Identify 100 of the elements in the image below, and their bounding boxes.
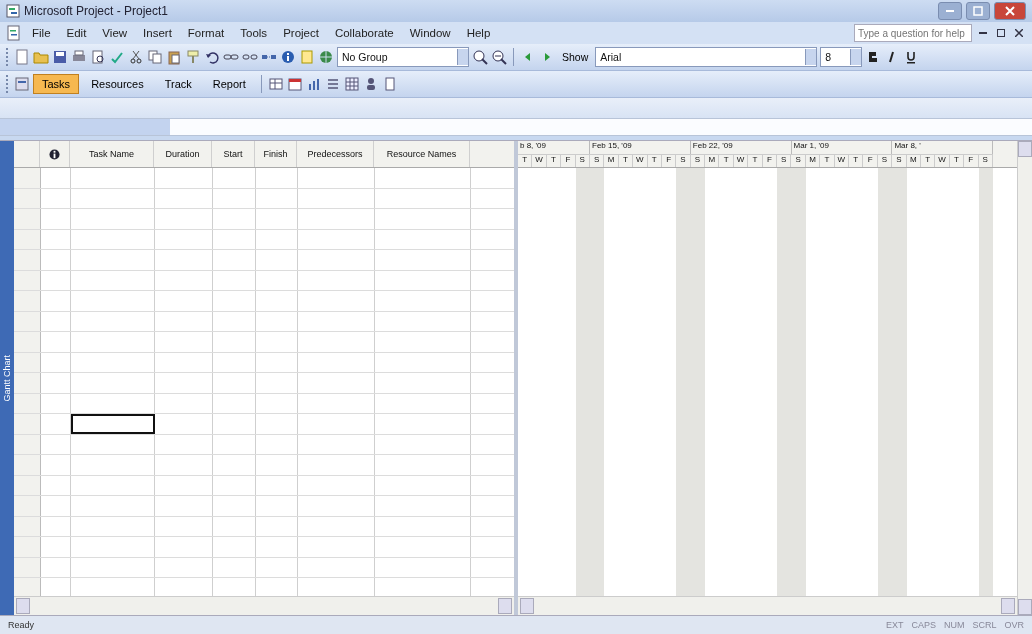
cut-icon[interactable]	[128, 49, 144, 65]
week-header: b 8, '09	[518, 141, 590, 154]
font-dropdown[interactable]: Arial	[595, 47, 818, 67]
menu-item[interactable]: Format	[181, 25, 231, 41]
column-header[interactable]: Predecessors	[297, 141, 374, 167]
print-preview-icon[interactable]	[90, 49, 106, 65]
week-header: Mar 8, '	[892, 141, 994, 154]
column-header[interactable]: Duration	[154, 141, 212, 167]
undo-icon[interactable]	[204, 49, 220, 65]
information-icon[interactable]	[280, 49, 296, 65]
day-header: W	[532, 154, 547, 167]
close-button[interactable]	[994, 2, 1026, 20]
status-text: Ready	[8, 620, 34, 630]
day-header: F	[561, 154, 576, 167]
window-title: Microsoft Project - Project1	[24, 4, 169, 18]
menu-item[interactable]: Edit	[60, 25, 93, 41]
row-header[interactable]	[14, 332, 41, 352]
globe-icon[interactable]	[318, 49, 334, 65]
minimize-icon	[979, 32, 987, 34]
day-header: S	[777, 154, 792, 167]
day-header: M	[604, 154, 619, 167]
document-icon[interactable]	[6, 25, 22, 41]
row-header[interactable]	[14, 250, 41, 270]
row-header[interactable]	[14, 537, 41, 557]
day-header: F	[661, 154, 677, 167]
day-header: M	[805, 154, 821, 167]
view-bar[interactable]: Gantt Chart	[0, 141, 14, 615]
zoom-out-icon[interactable]	[491, 49, 507, 65]
show-button[interactable]: Show	[558, 50, 593, 64]
menu-item[interactable]: Tools	[234, 25, 274, 41]
horizontal-scrollbar[interactable]	[14, 596, 514, 615]
column-header[interactable]: Task Name	[70, 141, 154, 167]
menu-item[interactable]: Help	[460, 25, 497, 41]
document-restore-button[interactable]	[994, 26, 1008, 40]
day-header: T	[518, 154, 533, 167]
menu-item[interactable]: Project	[277, 25, 325, 41]
maximize-icon	[973, 6, 983, 16]
vertical-scrollbar[interactable]	[1017, 141, 1032, 615]
guide-tab[interactable]: Report	[203, 74, 255, 94]
group-dropdown[interactable]: No Group	[337, 47, 469, 67]
menu-item[interactable]: Window	[403, 25, 457, 41]
grid-icon[interactable]	[343, 76, 360, 92]
font-size-dropdown[interactable]: 8	[820, 47, 863, 67]
view-label: Gantt Chart	[2, 354, 12, 402]
guide-tab[interactable]: Track	[155, 74, 201, 94]
day-header: T	[618, 154, 634, 167]
new-document-icon[interactable]	[14, 49, 30, 65]
guide-tab[interactable]: Tasks	[33, 74, 80, 94]
project-guide-icon[interactable]	[14, 76, 30, 92]
help-search-field[interactable]: Type a question for help	[854, 24, 972, 42]
day-header: M	[705, 154, 720, 167]
menu-item[interactable]: File	[26, 25, 57, 41]
day-header: T	[920, 154, 936, 167]
week-header: Mar 1, '09	[791, 141, 893, 154]
maximize-button[interactable]	[966, 2, 990, 20]
guide-tab[interactable]: Resources	[82, 74, 153, 94]
row-header[interactable]	[14, 455, 41, 475]
close-icon	[1005, 6, 1015, 16]
column-header[interactable]: Start	[212, 141, 255, 167]
calendar-icon[interactable]	[286, 76, 303, 92]
row-header[interactable]	[14, 209, 41, 229]
row-header[interactable]	[14, 291, 41, 311]
document-close-button[interactable]	[1012, 26, 1026, 40]
status-indicator: EXT	[885, 620, 904, 630]
day-header: T	[849, 154, 864, 167]
day-header: T	[719, 154, 734, 167]
day-header: T	[546, 154, 562, 167]
row-header[interactable]	[14, 496, 41, 516]
close-icon	[1015, 29, 1023, 37]
minimize-button[interactable]	[938, 2, 962, 20]
row-header[interactable]	[14, 373, 41, 393]
row-header[interactable]	[14, 578, 41, 596]
day-header: F	[964, 154, 979, 167]
day-header: T	[748, 154, 763, 167]
minimize-icon	[946, 10, 954, 12]
indicators-icon	[49, 148, 60, 160]
copy-icon[interactable]	[147, 49, 163, 65]
horizontal-scrollbar[interactable]	[518, 596, 1017, 615]
menu-item[interactable]: Insert	[137, 25, 178, 41]
menu-item[interactable]: View	[96, 25, 134, 41]
save-icon[interactable]	[52, 49, 68, 65]
menu-item[interactable]: Collaborate	[328, 25, 400, 41]
day-header: S	[589, 154, 605, 167]
day-header: S	[575, 154, 590, 167]
day-header: W	[733, 154, 749, 167]
zoom-in-icon[interactable]	[472, 49, 488, 65]
day-header: W	[633, 154, 648, 167]
status-indicator: CAPS	[911, 620, 936, 630]
day-header: M	[906, 154, 921, 167]
day-header: F	[863, 154, 878, 167]
column-header[interactable]: Finish	[255, 141, 297, 167]
paste-icon[interactable]	[166, 49, 182, 65]
restore-icon	[997, 29, 1005, 37]
column-header[interactable]: Resource Names	[374, 141, 470, 167]
table-icon[interactable]	[267, 76, 284, 92]
day-header: S	[791, 154, 806, 167]
day-header: S	[676, 154, 691, 167]
selected-cell[interactable]	[71, 414, 155, 434]
entry-field[interactable]	[0, 119, 170, 135]
row-header[interactable]	[14, 414, 41, 434]
